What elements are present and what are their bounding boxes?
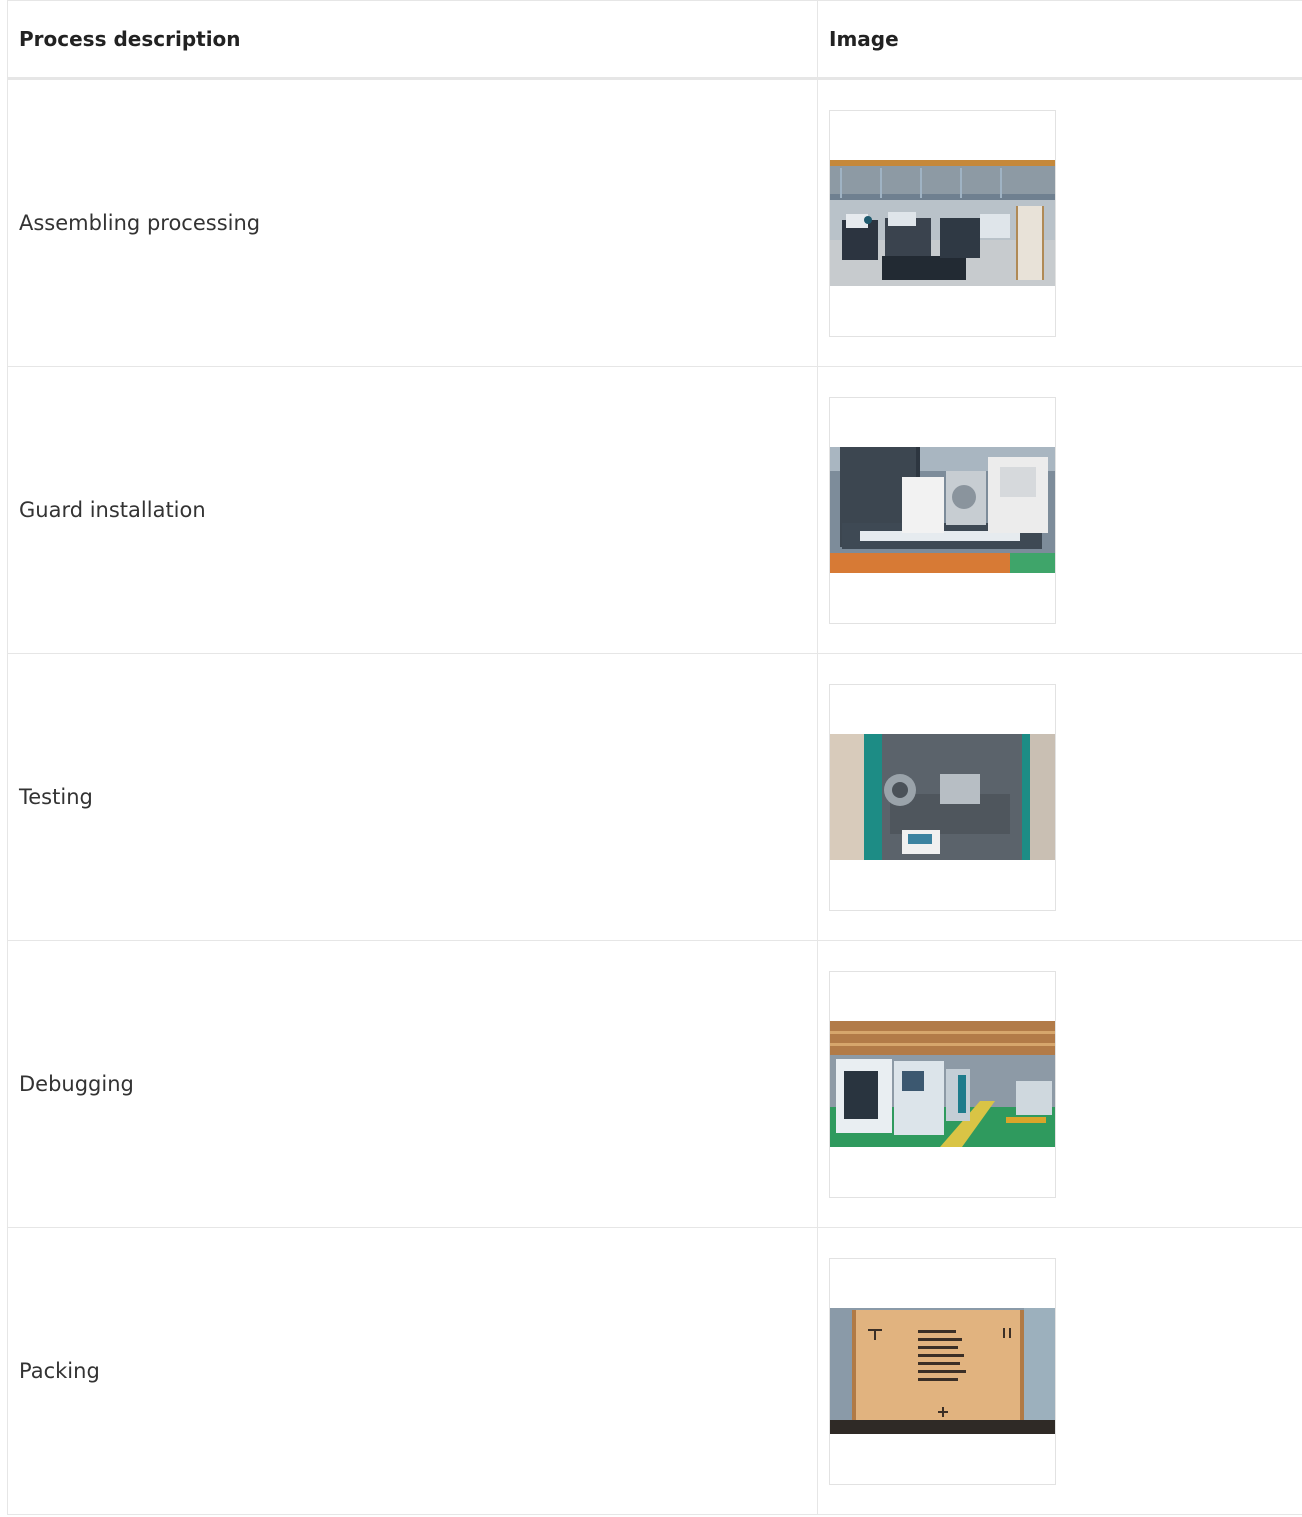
process-image-cell: [817, 940, 1302, 1228]
process-image-cell: [817, 653, 1302, 941]
image-thumbnail[interactable]: [829, 109, 1056, 337]
header-process-description: Process description: [7, 0, 818, 80]
production-line-photo: [830, 1021, 1055, 1147]
machine-interior-photo: [830, 734, 1055, 860]
header-image: Image: [817, 0, 1302, 80]
factory-floor-photo: [830, 160, 1055, 286]
table-header-row: Process description Image: [7, 0, 1302, 80]
process-description-cell: Guard installation: [7, 366, 818, 654]
table-row: Assembling processing: [7, 78, 1302, 367]
process-table: Process description Image Assembling pro…: [7, 0, 1302, 1515]
table-row: Testing: [7, 653, 1302, 941]
process-description-cell: Packing: [7, 1227, 818, 1515]
image-thumbnail[interactable]: [829, 970, 1056, 1198]
wooden-crate-photo: [830, 1308, 1055, 1434]
process-description-cell: Testing: [7, 653, 818, 941]
image-thumbnail[interactable]: [829, 396, 1056, 624]
process-description-cell: Assembling processing: [7, 78, 818, 367]
table-row: Guard installation: [7, 366, 1302, 654]
table-row: Debugging: [7, 940, 1302, 1228]
lathe-machine-photo: [830, 447, 1055, 573]
image-thumbnail[interactable]: [829, 1257, 1056, 1485]
process-description-cell: Debugging: [7, 940, 818, 1228]
process-image-cell: [817, 366, 1302, 654]
process-image-cell: [817, 1227, 1302, 1515]
table-row: Packing: [7, 1227, 1302, 1515]
process-image-cell: [817, 78, 1302, 367]
image-thumbnail[interactable]: [829, 683, 1056, 911]
